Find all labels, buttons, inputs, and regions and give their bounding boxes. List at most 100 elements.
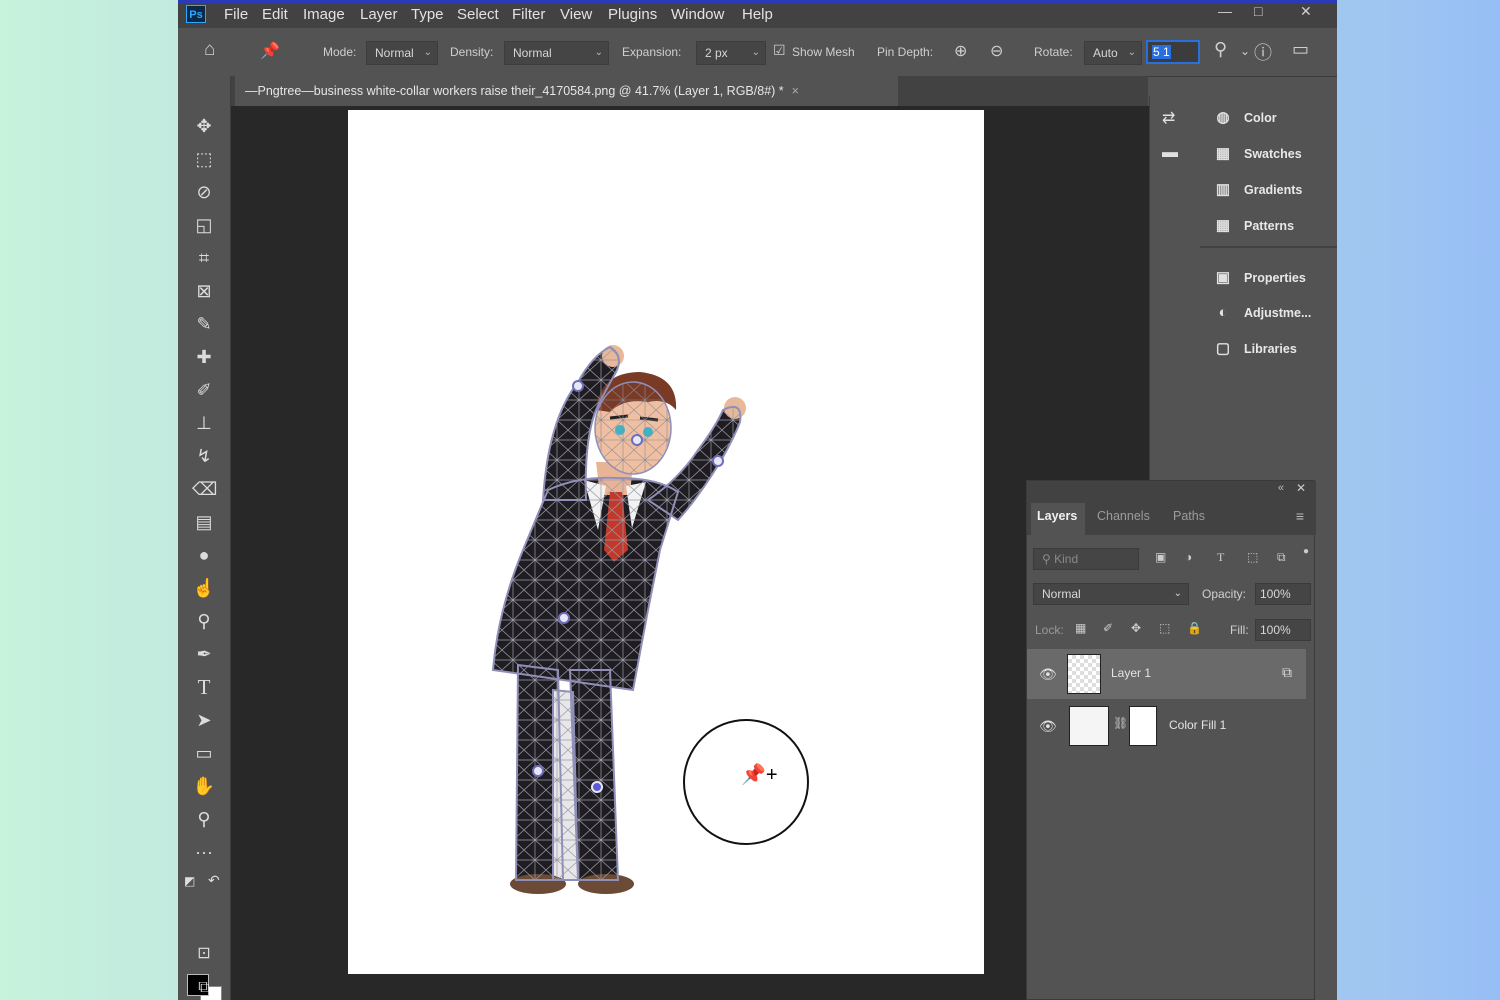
menu-help[interactable]: Help: [742, 6, 773, 23]
eyedropper-icon[interactable]: ✎: [192, 312, 216, 336]
help-icon[interactable]: ⓘ: [1254, 39, 1272, 65]
crop-icon[interactable]: ⌗: [192, 246, 216, 270]
libraries-icon: ▢: [1215, 340, 1231, 357]
panel-libraries[interactable]: ▢ Libraries: [1212, 337, 1297, 361]
history-brush-icon[interactable]: ↯: [192, 444, 216, 468]
lock-transparent-icon[interactable]: ▦: [1075, 621, 1086, 635]
chevron-down-icon[interactable]: ⌄: [1240, 44, 1250, 58]
smudge-icon[interactable]: ☝: [192, 576, 216, 600]
rectangle-icon[interactable]: ▭: [192, 741, 216, 765]
hand-icon[interactable]: ✋: [192, 774, 216, 798]
menu-select[interactable]: Select: [457, 6, 499, 23]
menu-file[interactable]: File: [224, 6, 248, 23]
document-canvas[interactable]: [348, 110, 984, 974]
minimize-button[interactable]: —: [1218, 3, 1232, 19]
puppet-pin-tool-icon[interactable]: 📌: [260, 41, 280, 61]
lock-all-icon[interactable]: 🔒: [1187, 621, 1202, 635]
screen-mode-icon[interactable]: ⧉: [192, 976, 216, 1000]
object-select-icon[interactable]: ◱: [192, 213, 216, 237]
close-window-button[interactable]: ✕: [1300, 3, 1312, 20]
menu-view[interactable]: View: [560, 6, 592, 23]
quick-select-icon[interactable]: ⊘: [192, 180, 216, 204]
stamp-icon[interactable]: ⊥: [192, 411, 216, 435]
fill-label: Fill:: [1230, 623, 1249, 637]
panel-patterns[interactable]: ▦ Patterns: [1212, 214, 1294, 238]
workspace-icon[interactable]: ▭: [1292, 39, 1309, 60]
document-title: —Pngtree—business white-collar workers r…: [245, 84, 784, 98]
visibility-eye-icon[interactable]: 👁: [1039, 718, 1057, 735]
filter-smart-object-icon[interactable]: ⧉: [1277, 550, 1286, 565]
pen-icon[interactable]: ✒: [192, 642, 216, 666]
canvas-area[interactable]: 📌+: [231, 106, 1149, 1000]
layer-row-color-fill-1[interactable]: 👁 ⛓ Color Fill 1: [1027, 701, 1306, 751]
collapse-panel-icon[interactable]: «: [1278, 482, 1284, 494]
tab-channels[interactable]: Channels: [1097, 509, 1150, 523]
home-icon[interactable]: ⌂: [204, 39, 215, 61]
dodge-icon[interactable]: ⚲: [192, 609, 216, 633]
search-icon[interactable]: ⚲: [1214, 39, 1227, 60]
lock-position-icon[interactable]: ✥: [1131, 621, 1141, 635]
comments-icon[interactable]: ▬: [1162, 144, 1178, 162]
default-colors-icon[interactable]: ◩: [184, 874, 195, 888]
gradient-icon[interactable]: ▤: [192, 510, 216, 534]
menu-filter[interactable]: Filter: [512, 6, 545, 23]
panel-menu-icon[interactable]: ≡: [1296, 508, 1304, 524]
rotate-select[interactable]: Auto ⌄: [1084, 41, 1142, 65]
restore-button[interactable]: □: [1254, 3, 1262, 19]
menu-window[interactable]: Window: [671, 6, 724, 23]
close-panel-icon[interactable]: ✕: [1296, 481, 1306, 495]
quick-mask-icon[interactable]: ⊡: [192, 942, 216, 966]
menu-plugins[interactable]: Plugins: [608, 6, 657, 23]
zoom-icon[interactable]: ⚲: [192, 807, 216, 831]
visibility-eye-icon[interactable]: 👁: [1039, 666, 1057, 683]
marquee-icon[interactable]: ⬚: [192, 147, 216, 171]
filter-kind-select[interactable]: ⚲ Kind: [1033, 548, 1139, 570]
filter-adjustment-icon[interactable]: ◑: [1185, 550, 1192, 564]
close-tab-icon[interactable]: ×: [792, 84, 799, 98]
menu-type[interactable]: Type: [411, 6, 444, 23]
frame-icon[interactable]: ⊠: [192, 279, 216, 303]
panel-properties[interactable]: ▣ Properties: [1212, 266, 1306, 290]
panel-gradients[interactable]: ▥ Gradients: [1212, 178, 1302, 202]
rotate-degrees-input[interactable]: 5 1: [1146, 40, 1200, 64]
expansion-input[interactable]: 2 px ⌄: [696, 41, 766, 65]
more-tools-icon[interactable]: ···: [192, 840, 216, 864]
panel-adjustments[interactable]: ◐ Adjustme...: [1212, 301, 1311, 325]
menu-image[interactable]: Image: [303, 6, 345, 23]
filter-toggle-icon[interactable]: ●: [1303, 546, 1309, 557]
blur-icon[interactable]: ●: [192, 543, 216, 567]
filter-pixel-icon[interactable]: ▣: [1155, 550, 1166, 564]
layer-filter-row: ⚲ Kind ▣ ◑ T ⬚ ⧉ ●: [1027, 545, 1316, 573]
show-mesh-checkbox[interactable]: ☑: [773, 42, 786, 59]
tab-paths[interactable]: Paths: [1173, 509, 1205, 523]
history-icon[interactable]: ⇄: [1162, 108, 1175, 128]
pin-depth-front-icon[interactable]: ⊕: [954, 41, 967, 61]
swap-colors-icon[interactable]: ↶: [208, 872, 220, 889]
healing-icon[interactable]: ✚: [192, 345, 216, 369]
mode-select[interactable]: Normal ⌄: [366, 41, 438, 65]
path-select-icon[interactable]: ➤: [192, 708, 216, 732]
lock-image-icon[interactable]: ✐: [1103, 621, 1113, 635]
pin-depth-back-icon[interactable]: ⊖: [990, 41, 1003, 61]
type-icon[interactable]: T: [192, 675, 216, 699]
menu-layer[interactable]: Layer: [360, 6, 398, 23]
menu-edit[interactable]: Edit: [262, 6, 288, 23]
document-tab[interactable]: —Pngtree—business white-collar workers r…: [235, 76, 898, 106]
chevron-down-icon: ⌄: [423, 47, 432, 58]
app-logo: Ps: [186, 5, 206, 23]
move-icon[interactable]: ✥: [192, 114, 216, 138]
lock-artboard-icon[interactable]: ⬚: [1159, 621, 1170, 635]
density-select[interactable]: Normal ⌄: [504, 41, 609, 65]
filter-type-icon[interactable]: T: [1217, 550, 1224, 565]
blend-row: Normal ⌄ Opacity: 100%: [1027, 581, 1316, 609]
brush-icon[interactable]: ✐: [192, 378, 216, 402]
tab-layers[interactable]: Layers: [1037, 509, 1077, 523]
panel-swatches[interactable]: ▦ Swatches: [1212, 142, 1302, 166]
opacity-input[interactable]: 100%: [1255, 583, 1311, 605]
fill-input[interactable]: 100%: [1255, 619, 1311, 641]
filter-shape-icon[interactable]: ⬚: [1247, 550, 1258, 564]
layer-row-layer-1[interactable]: 👁 Layer 1 ⧉: [1027, 649, 1306, 699]
panel-color[interactable]: ◍ Color: [1212, 106, 1276, 130]
blend-mode-select[interactable]: Normal ⌄: [1033, 583, 1189, 605]
eraser-icon[interactable]: ⌫: [192, 477, 217, 501]
